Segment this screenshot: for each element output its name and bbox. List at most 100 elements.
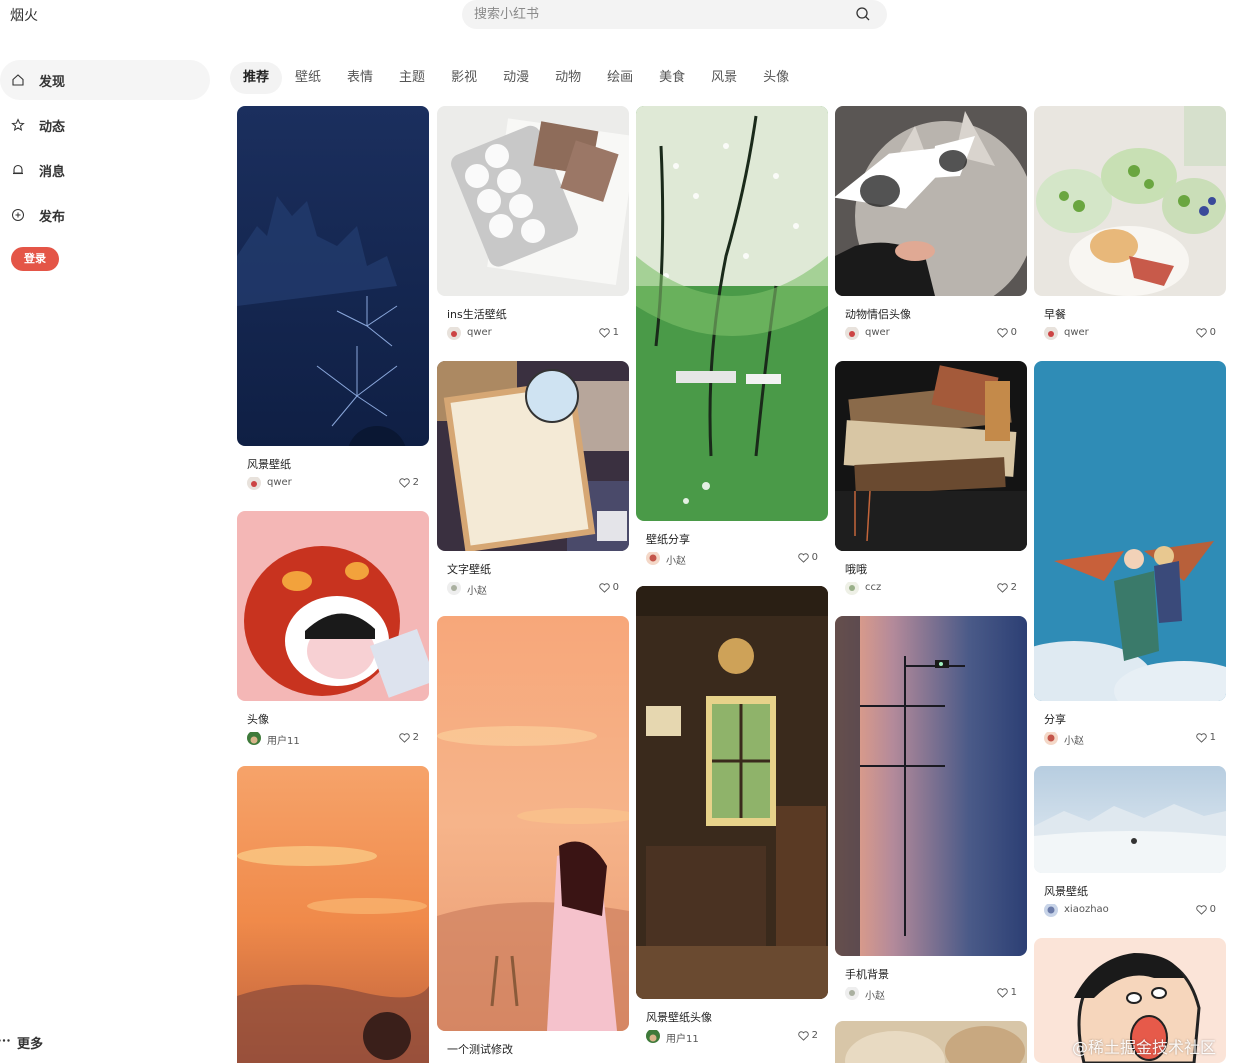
avatar[interactable] [845, 986, 859, 1000]
note-card[interactable]: 分享 小赵 1 [1034, 361, 1226, 751]
avatar[interactable] [447, 326, 461, 340]
like-count[interactable]: 2 [996, 582, 1017, 593]
note-card[interactable]: 早餐 qwer 0 [1034, 106, 1226, 346]
avatar[interactable] [845, 581, 859, 595]
note-card[interactable]: 头像 用户11 2 [237, 511, 429, 751]
note-cover-image[interactable] [835, 106, 1027, 296]
tab-avatar[interactable]: 头像 [750, 62, 802, 94]
author-name[interactable]: qwer [267, 477, 292, 488]
note-card[interactable]: 风景壁纸 xiaozhao 0 [1034, 766, 1226, 923]
avatar[interactable] [845, 326, 859, 340]
sidebar-item-discover[interactable]: 发现 [0, 60, 210, 100]
note-title[interactable]: 风景壁纸 [1034, 873, 1226, 899]
like-count[interactable]: 0 [1195, 327, 1216, 338]
avatar[interactable] [247, 476, 261, 490]
like-count[interactable]: 2 [398, 477, 419, 488]
like-count[interactable]: 1 [996, 987, 1017, 998]
note-title[interactable]: 哦哦 [835, 551, 1027, 577]
note-cover-image[interactable] [835, 616, 1027, 956]
tab-wallpaper[interactable]: 壁纸 [282, 62, 334, 94]
tab-scenery[interactable]: 风景 [698, 62, 750, 94]
note-cover-image[interactable] [237, 106, 429, 446]
like-count[interactable]: 0 [797, 552, 818, 563]
note-cover-image[interactable] [636, 586, 828, 999]
note-card[interactable]: 哦哦 ccz 2 [835, 361, 1027, 601]
author-name[interactable]: 用户11 [666, 1030, 699, 1045]
note-title[interactable]: 风景壁纸 [237, 446, 429, 472]
note-cover-image[interactable] [1034, 361, 1226, 701]
avatar[interactable] [1044, 903, 1058, 917]
note-card[interactable]: 风景壁纸头像 用户11 2 [636, 586, 828, 1049]
note-card[interactable]: 风景壁纸 qwer 2 [237, 106, 429, 496]
like-count[interactable]: 0 [1195, 904, 1216, 915]
author-name[interactable]: 小赵 [1064, 732, 1084, 747]
note-title[interactable]: 一个测试修改 [437, 1031, 629, 1057]
sidebar-item-publish[interactable]: 发布 [0, 195, 210, 235]
tab-painting[interactable]: 绘画 [594, 62, 646, 94]
note-cover-image[interactable] [437, 616, 629, 1031]
sidebar-item-messages[interactable]: 消息 [0, 150, 210, 190]
note-title[interactable]: 早餐 [1034, 296, 1226, 322]
note-cover-image[interactable] [835, 1021, 1027, 1063]
note-cover-image[interactable] [1034, 106, 1226, 296]
note-card[interactable]: 文字壁纸 小赵 0 [437, 361, 629, 601]
note-cover-image[interactable] [237, 766, 429, 1063]
app-brand[interactable]: 烟火 [10, 5, 38, 25]
avatar[interactable] [1044, 731, 1058, 745]
avatar[interactable] [1044, 326, 1058, 340]
note-card[interactable]: 动物情侣头像 qwer 0 [835, 106, 1027, 346]
author-name[interactable]: ccz [865, 582, 881, 593]
sidebar-item-feed[interactable]: 动态 [0, 105, 210, 145]
note-cover-image[interactable] [835, 361, 1027, 551]
note-cover-image[interactable] [437, 106, 629, 296]
note-cover-image[interactable] [636, 106, 828, 521]
note-card[interactable]: 壁纸分享 小赵 0 [636, 106, 828, 571]
search-bar[interactable] [462, 0, 887, 29]
search-icon[interactable] [855, 6, 871, 22]
author-name[interactable]: qwer [865, 327, 890, 338]
note-title[interactable]: 文字壁纸 [437, 551, 629, 577]
note-card[interactable] [237, 766, 429, 1063]
tab-animals[interactable]: 动物 [542, 62, 594, 94]
note-card[interactable]: 手机背景 小赵 1 [835, 616, 1027, 1006]
author-name[interactable]: 小赵 [666, 552, 686, 567]
login-button[interactable]: 登录 [11, 247, 59, 271]
note-title[interactable]: 手机背景 [835, 956, 1027, 982]
note-title[interactable]: ins生活壁纸 [437, 296, 629, 322]
note-cover-image[interactable] [1034, 766, 1226, 873]
author-name[interactable]: qwer [1064, 327, 1089, 338]
author-name[interactable]: 用户11 [267, 732, 300, 747]
author-name[interactable]: 小赵 [865, 987, 885, 1002]
like-count[interactable]: 0 [996, 327, 1017, 338]
note-title[interactable]: 动物情侣头像 [835, 296, 1027, 322]
tab-recommend[interactable]: 推荐 [230, 62, 283, 94]
tab-food[interactable]: 美食 [646, 62, 698, 94]
avatar[interactable] [646, 1029, 660, 1043]
avatar[interactable] [447, 581, 461, 595]
tab-theme[interactable]: 主题 [386, 62, 438, 94]
like-count[interactable]: 1 [1195, 732, 1216, 743]
note-card[interactable] [835, 1021, 1027, 1063]
like-count[interactable]: 1 [598, 327, 619, 338]
author-name[interactable]: 小赵 [467, 582, 487, 597]
like-count[interactable]: 0 [598, 582, 619, 593]
note-card[interactable]: 一个测试修改 [437, 616, 629, 1057]
author-name[interactable]: qwer [467, 327, 492, 338]
note-card[interactable]: ins生活壁纸 qwer 1 [437, 106, 629, 346]
note-meta: qwer 1 [437, 322, 629, 346]
like-count[interactable]: 2 [797, 1030, 818, 1041]
note-title[interactable]: 分享 [1034, 701, 1226, 727]
note-title[interactable]: 风景壁纸头像 [636, 999, 828, 1025]
avatar[interactable] [247, 731, 261, 745]
note-title[interactable]: 头像 [237, 701, 429, 727]
note-cover-image[interactable] [237, 511, 429, 701]
tab-movies[interactable]: 影视 [438, 62, 490, 94]
avatar[interactable] [646, 551, 660, 565]
note-cover-image[interactable] [437, 361, 629, 551]
author-name[interactable]: xiaozhao [1064, 904, 1109, 915]
search-input[interactable] [474, 0, 844, 29]
like-count[interactable]: 2 [398, 732, 419, 743]
tab-emoji[interactable]: 表情 [334, 62, 386, 94]
tab-anime[interactable]: 动漫 [490, 62, 542, 94]
note-title[interactable]: 壁纸分享 [636, 521, 828, 547]
